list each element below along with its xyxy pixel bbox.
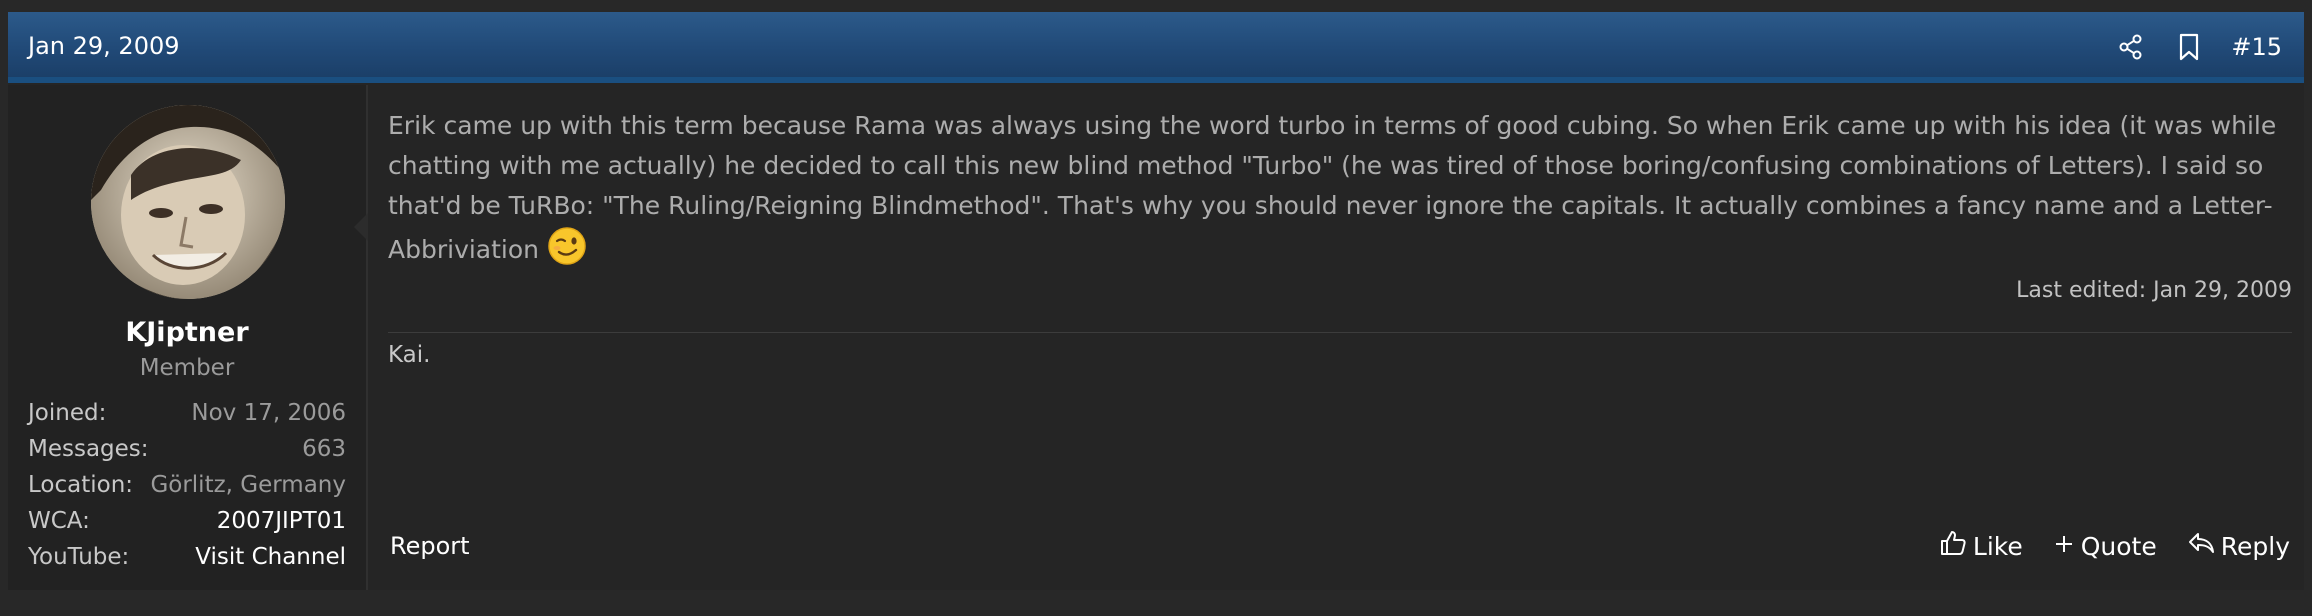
post-actions: Like Quote Reply [1909,529,2290,563]
youtube-channel-link[interactable]: Visit Channel [195,544,346,570]
stat-label: Location: [28,472,134,498]
plus-icon [2053,532,2081,561]
last-edited-link[interactable]: Last edited: Jan 29, 2009 [2016,278,2292,303]
message-text: Erik came up with this term because Rama… [388,111,2277,264]
stat-location: Location: Görlitz, Germany [28,467,346,503]
thumbs-up-icon [1939,529,1973,563]
quote-button[interactable]: Quote [2053,532,2157,561]
report-button[interactable]: Report [390,532,470,560]
username[interactable]: KJiptner [8,317,366,348]
stat-wca: WCA: 2007JIPT01 [28,503,346,539]
post-header-tools: #15 [2091,29,2282,65]
forum-post: Jan 29, 2009 #15 KJiptner Member Joined:… [8,12,2304,590]
avatar[interactable] [91,105,285,299]
avatar-pointer [354,213,368,241]
stat-label: Joined: [28,400,107,426]
user-title: Member [139,355,235,381]
reply-icon [2187,530,2221,562]
post-date[interactable]: Jan 29, 2009 [28,32,180,60]
user-info-column: KJiptner Member Joined: Nov 17, 2006 Mes… [8,85,368,590]
reply-button[interactable]: Reply [2187,530,2290,562]
like-button[interactable]: Like [1939,529,2023,563]
quote-label: Quote [2080,531,2157,561]
stat-value: Görlitz, Germany [150,472,346,498]
stat-youtube: YouTube: Visit Channel [28,539,346,575]
post-message: Erik came up with this term because Rama… [388,106,2292,278]
share-icon[interactable] [2113,29,2149,65]
stat-messages: Messages: 663 [28,431,346,467]
winking-face-icon [547,226,587,278]
like-label: Like [1972,531,2023,561]
reply-label: Reply [2220,531,2290,561]
stat-label: YouTube: [28,544,130,570]
stat-label: WCA: [28,508,90,534]
stat-label: Messages: [28,436,149,462]
stat-value: Nov 17, 2006 [191,400,346,426]
user-stats: Joined: Nov 17, 2006 Messages: 663 Locat… [28,395,346,575]
wca-id-link[interactable]: 2007JIPT01 [217,508,346,534]
stat-joined: Joined: Nov 17, 2006 [28,395,346,431]
post-content: Erik came up with this term because Rama… [388,85,2292,590]
post-number-link[interactable]: #15 [2231,33,2282,61]
signature-divider [388,332,2292,333]
stat-value: 663 [302,436,346,462]
bookmark-icon[interactable] [2171,29,2207,65]
post-header: Jan 29, 2009 #15 [8,12,2304,83]
signature: Kai. [388,342,431,368]
